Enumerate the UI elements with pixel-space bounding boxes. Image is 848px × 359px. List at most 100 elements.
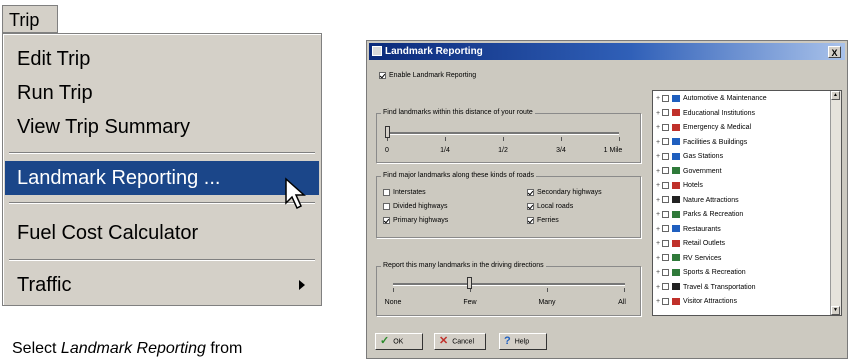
cancel-label: Cancel bbox=[452, 338, 475, 346]
category-checkbox[interactable] bbox=[662, 283, 669, 291]
report-tick-label: All bbox=[618, 299, 626, 306]
menu-item-landmark-reporting[interactable]: Landmark Reporting ... bbox=[5, 161, 319, 195]
category-checkbox[interactable] bbox=[662, 268, 669, 276]
category-checkbox[interactable] bbox=[662, 210, 669, 218]
roads-group: Find major landmarks along these kinds o… bbox=[376, 171, 641, 238]
cancel-button[interactable]: ✕ Cancel bbox=[434, 333, 486, 350]
report-tick bbox=[393, 288, 394, 292]
enable-landmark-reporting-checkbox[interactable]: Enable Landmark Reporting bbox=[379, 71, 476, 80]
help-button[interactable]: ? Help bbox=[499, 333, 547, 350]
scroll-up-button[interactable]: ▲ bbox=[831, 91, 840, 100]
category-checkbox[interactable] bbox=[662, 254, 669, 262]
tree-scrollbar[interactable]: ▲ ▼ bbox=[830, 91, 841, 315]
road-option-label: Primary highways bbox=[393, 217, 449, 224]
category-row[interactable]: + Automotive & Maintenance bbox=[656, 93, 767, 104]
ok-button[interactable]: ✓ OK bbox=[375, 333, 423, 350]
category-row[interactable]: + RV Services bbox=[656, 253, 721, 264]
category-row[interactable]: + Government bbox=[656, 166, 722, 177]
category-row[interactable]: + Travel & Transportation bbox=[656, 282, 756, 293]
category-row[interactable]: + Facilities & Buildings bbox=[656, 137, 747, 148]
caption-suffix: from bbox=[205, 340, 243, 357]
dialog-title: Landmark Reporting bbox=[385, 46, 483, 57]
enable-checkbox-box[interactable] bbox=[379, 71, 386, 79]
category-row[interactable]: + Emergency & Medical bbox=[656, 122, 751, 133]
medical-icon bbox=[672, 123, 680, 131]
category-checkbox[interactable] bbox=[662, 109, 669, 117]
menu-item-fuel-cost-calculator[interactable]: Fuel Cost Calculator bbox=[5, 216, 319, 250]
road-checkbox[interactable] bbox=[527, 216, 534, 224]
category-checkbox[interactable] bbox=[662, 94, 669, 102]
car-icon bbox=[672, 94, 680, 102]
category-label: Nature Attractions bbox=[683, 196, 739, 204]
distance-tick-label: 3/4 bbox=[556, 147, 566, 154]
category-checkbox[interactable] bbox=[662, 123, 669, 131]
road-checkbox[interactable] bbox=[527, 202, 534, 210]
road-option-interstates[interactable]: Interstates bbox=[383, 188, 426, 197]
category-checkbox[interactable] bbox=[662, 196, 669, 204]
report-slider-track[interactable] bbox=[393, 283, 625, 286]
road-checkbox[interactable] bbox=[383, 216, 390, 224]
road-option-primary-highways[interactable]: Primary highways bbox=[383, 216, 448, 225]
category-row[interactable]: + Visitor Attractions bbox=[656, 296, 737, 307]
category-label: Retail Outlets bbox=[683, 240, 726, 247]
trip-menu-title[interactable]: Trip bbox=[2, 5, 58, 33]
report-slider-thumb[interactable] bbox=[467, 277, 472, 289]
road-option-ferries[interactable]: Ferries bbox=[527, 216, 559, 225]
ok-label: OK bbox=[393, 338, 404, 346]
road-checkbox[interactable] bbox=[383, 188, 390, 196]
landmark-category-tree[interactable]: + Visitor Attractions + Travel & Transporta… bbox=[652, 90, 842, 316]
category-row[interactable]: + Educational Institutions bbox=[656, 108, 755, 119]
road-checkbox[interactable] bbox=[383, 202, 390, 210]
category-label: Educational Institutions bbox=[683, 109, 755, 117]
menu-item-edit-trip[interactable]: Edit Trip bbox=[5, 42, 319, 76]
road-option-label: Secondary highways bbox=[537, 189, 602, 196]
distance-slider-thumb[interactable] bbox=[385, 126, 390, 138]
road-option-secondary-highways[interactable]: Secondary highways bbox=[527, 188, 602, 197]
category-row[interactable]: + Hotels bbox=[656, 180, 703, 191]
category-checkbox[interactable] bbox=[662, 225, 669, 233]
category-row[interactable]: + Parks & Recreation bbox=[656, 209, 743, 220]
category-label: Parks & Recreation bbox=[683, 211, 744, 218]
government-icon bbox=[672, 167, 680, 175]
close-button[interactable]: X bbox=[828, 46, 841, 58]
menu-item-run-trip[interactable]: Run Trip bbox=[5, 76, 319, 110]
scroll-down-button[interactable]: ▼ bbox=[831, 306, 840, 315]
distance-tick bbox=[503, 137, 504, 141]
distance-tick bbox=[619, 137, 620, 141]
category-label: Emergency & Medical bbox=[683, 124, 752, 131]
distance-tick-label: 1/4 bbox=[440, 147, 450, 154]
park-icon bbox=[672, 210, 680, 218]
category-checkbox[interactable] bbox=[662, 181, 669, 189]
category-checkbox[interactable] bbox=[662, 138, 669, 146]
distance-slider-track[interactable] bbox=[387, 132, 619, 135]
distance-tick bbox=[445, 137, 446, 141]
submenu-arrow-icon bbox=[299, 280, 305, 290]
category-row[interactable]: + Retail Outlets bbox=[656, 238, 725, 249]
category-row[interactable]: + Sports & Recreation bbox=[656, 267, 746, 278]
category-checkbox[interactable] bbox=[662, 167, 669, 175]
menu-item-view-trip-summary[interactable]: View Trip Summary bbox=[5, 110, 319, 144]
building-icon bbox=[672, 138, 680, 146]
menu-item-traffic[interactable]: Traffic bbox=[5, 268, 319, 302]
road-checkbox[interactable] bbox=[527, 188, 534, 196]
category-label: Visitor Attractions bbox=[683, 298, 737, 305]
travel-icon bbox=[672, 283, 680, 291]
category-checkbox[interactable] bbox=[662, 239, 669, 247]
road-option-divided-highways[interactable]: Divided highways bbox=[383, 202, 447, 211]
menu-item-traffic-label: Traffic bbox=[17, 274, 72, 296]
help-label: Help bbox=[514, 338, 530, 346]
road-option-local-roads[interactable]: Local roads bbox=[527, 202, 573, 211]
category-label: Hotels bbox=[683, 182, 703, 189]
trip-menu: Edit Trip Run Trip View Trip Summary Lan… bbox=[2, 33, 322, 306]
caption-prefix: Select bbox=[12, 340, 61, 357]
road-option-label: Divided highways bbox=[393, 203, 448, 210]
hotel-icon bbox=[672, 181, 680, 189]
enable-label: Enable Landmark Reporting bbox=[389, 72, 477, 79]
category-row[interactable]: + Restaurants bbox=[656, 224, 721, 235]
category-checkbox[interactable] bbox=[662, 297, 669, 305]
category-row[interactable]: + Gas Stations bbox=[656, 151, 723, 162]
rv-icon bbox=[672, 254, 680, 262]
category-checkbox[interactable] bbox=[662, 152, 669, 160]
category-row[interactable]: + Nature Attractions bbox=[656, 195, 739, 206]
road-option-label: Interstates bbox=[393, 189, 426, 196]
